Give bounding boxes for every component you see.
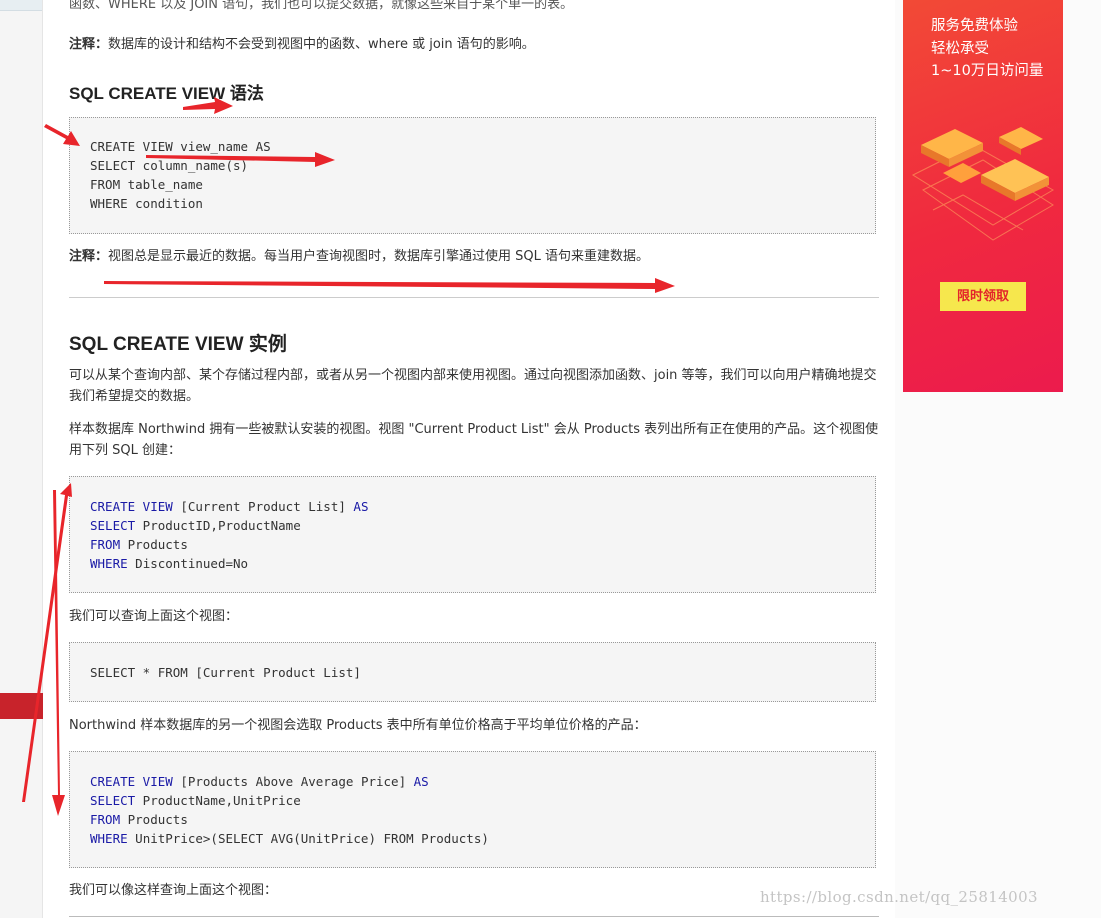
annotation-arrows (22, 97, 675, 816)
annotation-arrow (52, 490, 65, 816)
annotation-arrow (104, 278, 675, 293)
annotation-arrow (146, 152, 335, 167)
annotation-arrow (22, 483, 72, 802)
annotation-arrow (183, 97, 233, 114)
annotation-arrow (44, 124, 80, 146)
